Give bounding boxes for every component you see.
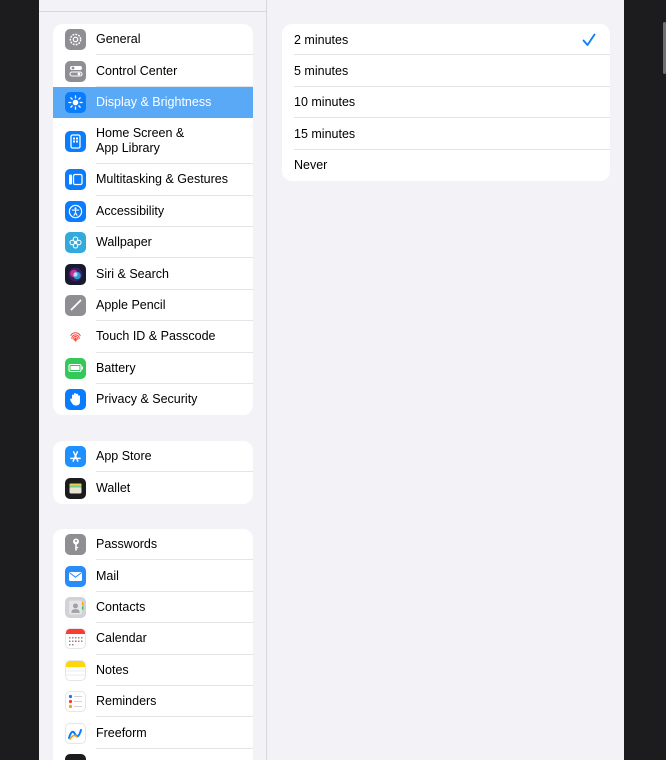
sidebar-item-label: Accessibility (96, 203, 165, 218)
sidebar-item-label: App Store (96, 449, 152, 464)
sidebar-item-general[interactable]: General (53, 24, 253, 56)
sidebar-item-label: Siri & Search (96, 266, 169, 281)
app-store-icon (65, 446, 86, 468)
sidebar-item-reminders[interactable]: Reminders (53, 686, 253, 718)
sidebar-item-mail[interactable]: Mail (53, 560, 253, 592)
sidebar-item-wallpaper[interactable]: Wallpaper (53, 227, 253, 259)
sidebar-item-label: Reminders (96, 694, 157, 709)
sidebar-item-siri[interactable]: Siri & Search (53, 258, 253, 290)
sidebar-item-calendar[interactable]: Calendar (53, 623, 253, 655)
checkmark-icon (582, 33, 596, 46)
sidebar-item-display-brightness[interactable]: Display & Brightness (53, 86, 253, 119)
settings-group-store: App Store Wallet (53, 441, 253, 504)
sidebar-item-label: Wallet (96, 480, 131, 495)
sidebar-item-label: Multitasking & Gestures (96, 172, 228, 187)
settings-sidebar: General Control Center Display & Brightn… (39, 0, 267, 760)
siri-icon (65, 263, 86, 285)
key-icon (65, 534, 86, 556)
accessibility-icon (65, 200, 86, 222)
wallet-icon (65, 477, 86, 499)
sidebar-item-label: Notes (96, 662, 129, 677)
option-label: 2 minutes (294, 32, 349, 47)
sidebar-item-label: Wallpaper (96, 235, 152, 250)
sidebar-header-edge (39, 0, 267, 12)
sidebar-item-label: Passwords (96, 537, 158, 552)
sidebar-item-label: General (96, 32, 141, 47)
settings-group-system: General Control Center Display & Brightn… (53, 24, 253, 416)
sidebar-item-label: Freeform (96, 725, 147, 740)
sidebar-item-home-screen[interactable]: Home Screen & App Library (53, 118, 253, 165)
sidebar-item-label: Privacy & Security (96, 392, 198, 407)
option-label: Never (294, 158, 328, 173)
device-bezel-right (624, 0, 666, 760)
option-label: 5 minutes (294, 64, 349, 79)
sidebar-item-app-store[interactable]: App Store (53, 441, 253, 473)
sidebar-item-multitasking[interactable]: Multitasking & Gestures (53, 164, 253, 196)
hand-icon (65, 389, 86, 411)
sidebar-item-label: Apple Pencil (96, 297, 166, 312)
sidebar-item-voice-memos[interactable] (53, 749, 253, 760)
sidebar-item-notes[interactable]: Notes (53, 655, 253, 686)
sidebar-item-label: Control Center (96, 63, 178, 78)
sun-icon (65, 91, 86, 113)
home-screen-icon (65, 130, 86, 152)
voice-memos-icon (65, 753, 86, 760)
sidebar-item-label: Contacts (96, 599, 146, 614)
gear-icon (65, 29, 86, 51)
sidebar-item-control-center[interactable]: Control Center (53, 55, 253, 87)
pencil-icon (65, 294, 86, 316)
sidebar-item-passwords[interactable]: Passwords (53, 529, 253, 561)
sidebar-item-label: Display & Brightness (96, 94, 212, 109)
auto-lock-options: 2 minutes 5 minutes 10 minutes 15 minute… (282, 24, 610, 181)
multitasking-icon (65, 169, 86, 191)
sidebar-item-apple-pencil[interactable]: Apple Pencil (53, 290, 253, 322)
sidebar-item-battery[interactable]: Battery (53, 353, 253, 384)
contacts-icon (65, 596, 86, 618)
flower-icon (65, 232, 86, 254)
mail-icon (65, 565, 86, 587)
option-5-minutes[interactable]: 5 minutes (282, 55, 610, 87)
battery-icon (65, 357, 86, 379)
sidebar-item-contacts[interactable]: Contacts (53, 592, 253, 624)
option-2-minutes[interactable]: 2 minutes (282, 24, 610, 56)
sidebar-item-label: Home Screen & App Library (96, 126, 185, 156)
sidebar-item-wallet[interactable]: Wallet (53, 472, 253, 503)
sidebar-item-label: Mail (96, 568, 119, 583)
notes-icon (65, 659, 86, 681)
sidebar-item-privacy[interactable]: Privacy & Security (53, 384, 253, 415)
calendar-icon (65, 628, 86, 650)
switches-icon (65, 60, 86, 82)
reminders-icon (65, 691, 86, 713)
settings-group-apps: Passwords Mail Contacts Calendar Notes R… (53, 529, 253, 760)
sidebar-item-touch-id[interactable]: Touch ID & Passcode (53, 321, 253, 353)
settings-screen: General Control Center Display & Brightn… (39, 0, 624, 760)
sidebar-item-label: Touch ID & Passcode (96, 329, 216, 344)
sidebar-item-freeform[interactable]: Freeform (53, 717, 253, 749)
freeform-icon (65, 722, 86, 744)
sidebar-item-label: Battery (96, 360, 136, 375)
fingerprint-icon (65, 326, 86, 348)
sidebar-item-accessibility[interactable]: Accessibility (53, 196, 253, 227)
option-label: 10 minutes (294, 95, 356, 110)
sidebar-item-label: Calendar (96, 631, 147, 646)
option-never[interactable]: Never (282, 150, 610, 181)
option-15-minutes[interactable]: 15 minutes (282, 118, 610, 150)
option-10-minutes[interactable]: 10 minutes (282, 87, 610, 119)
device-bezel-left (0, 0, 39, 760)
option-label: 15 minutes (294, 126, 356, 141)
